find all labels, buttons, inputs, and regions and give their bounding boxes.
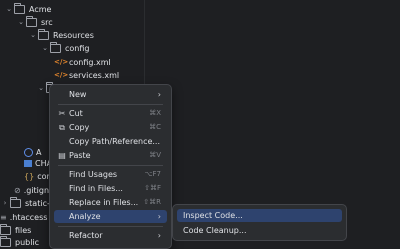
tree-item-label: config xyxy=(65,44,90,53)
chevron-right-icon: › xyxy=(157,212,161,221)
menu-item-label: New xyxy=(69,90,87,99)
menu-item-shortcut: ⌘V xyxy=(149,151,161,159)
menu-item-label: Cut xyxy=(69,109,83,118)
menu-item-copy[interactable]: ⧉ Copy ⌘C xyxy=(54,121,167,134)
chevron-right-icon: › xyxy=(3,199,7,207)
folder-icon xyxy=(14,3,25,14)
menu-item-new[interactable]: New › xyxy=(54,88,167,101)
menu-item-label: Find Usages xyxy=(69,170,118,179)
chevron-down-icon: ⌄ xyxy=(38,84,44,92)
chevron-down-icon: ⌄ xyxy=(42,44,48,52)
analyze-submenu: Inspect Code... Code Cleanup... xyxy=(172,204,347,241)
tree-item-label: .htaccess xyxy=(9,213,48,222)
folder-icon xyxy=(0,224,11,235)
folder-icon xyxy=(26,16,37,27)
menu-separator xyxy=(58,226,163,227)
context-menu: New › ✂ Cut ⌘X ⧉ Copy ⌘C Copy Path/Refer… xyxy=(49,84,172,249)
tree-item-label: Resources xyxy=(53,31,94,40)
folder-icon xyxy=(10,197,21,208)
tree-item-resources[interactable]: ⌄ Resources xyxy=(28,29,94,42)
tree-item-htaccess[interactable]: ≡ .htaccess xyxy=(0,211,47,224)
submenu-item-inspect-code[interactable]: Inspect Code... xyxy=(177,209,342,222)
menu-item-label: Copy xyxy=(69,123,90,132)
xml-file-icon: </> xyxy=(54,58,69,66)
tree-item-config-folder[interactable]: ⌄ config xyxy=(40,42,89,55)
tree-item-label: Acme xyxy=(29,5,52,14)
chevron-right-icon: › xyxy=(157,90,161,99)
submenu-item-label: Inspect Code... xyxy=(183,211,243,220)
tree-item-con[interactable]: {} con xyxy=(24,170,52,183)
menu-item-shortcut: ⌘X xyxy=(149,109,161,117)
menu-item-find-in-files[interactable]: Find in Files... ⇧⌘F xyxy=(54,182,167,195)
tree-item-label: config.xml xyxy=(69,58,111,67)
tree-item-label: src xyxy=(41,18,53,27)
submenu-item-label: Code Cleanup... xyxy=(183,226,247,235)
chevron-down-icon: ⌄ xyxy=(18,18,24,26)
menu-item-paste[interactable]: ▤ Paste ⌘V xyxy=(54,149,167,162)
folder-icon xyxy=(0,236,11,247)
menu-item-label: Copy Path/Reference... xyxy=(69,137,161,146)
menu-item-refactor[interactable]: Refactor › xyxy=(54,229,167,242)
scissors-icon: ✂ xyxy=(58,109,66,118)
tree-item-acme[interactable]: ⌄ Acme xyxy=(4,3,51,16)
tree-item-services-xml[interactable]: </> services.xml xyxy=(54,69,119,82)
xml-file-icon: </> xyxy=(54,71,69,79)
class-icon xyxy=(24,148,33,157)
file-icon: ≡ xyxy=(0,213,7,222)
menu-item-cut[interactable]: ✂ Cut ⌘X xyxy=(54,107,167,120)
menu-item-copy-path[interactable]: Copy Path/Reference... xyxy=(54,135,167,148)
menu-item-find-usages[interactable]: Find Usages ⌥F7 xyxy=(54,168,167,181)
menu-item-label: Replace in Files... xyxy=(69,198,139,207)
markdown-file-icon xyxy=(24,160,32,167)
menu-item-label: Find in Files... xyxy=(69,184,123,193)
menu-item-analyze[interactable]: Analyze › xyxy=(54,210,167,223)
menu-item-label: Analyze xyxy=(69,212,101,221)
menu-separator xyxy=(58,165,163,166)
menu-item-shortcut: ⌥F7 xyxy=(144,170,161,178)
menu-item-shortcut: ⇧⌘R xyxy=(143,198,161,206)
folder-icon xyxy=(38,29,49,40)
menu-item-shortcut: ⇧⌘F xyxy=(144,184,161,192)
paste-icon: ▤ xyxy=(58,151,66,160)
json-file-icon: {} xyxy=(24,172,35,181)
copy-icon: ⧉ xyxy=(59,123,65,132)
submenu-item-code-cleanup[interactable]: Code Cleanup... xyxy=(177,224,342,237)
tree-item-cha[interactable]: CHA xyxy=(24,157,52,170)
tree-item-label: .gitign xyxy=(23,186,50,195)
menu-item-label: Refactor xyxy=(69,231,103,240)
chevron-right-icon: › xyxy=(157,231,161,240)
tree-item-public[interactable]: public xyxy=(0,236,39,249)
chevron-down-icon: ⌄ xyxy=(6,5,12,13)
tree-item-label: services.xml xyxy=(69,71,120,80)
ignore-file-icon: ⊘ xyxy=(14,186,21,195)
menu-item-replace-in-files[interactable]: Replace in Files... ⇧⌘R xyxy=(54,196,167,209)
menu-item-shortcut: ⌘C xyxy=(149,123,161,131)
tree-item-src[interactable]: ⌄ src xyxy=(16,16,53,29)
menu-separator xyxy=(58,104,163,105)
tree-item-config-xml[interactable]: </> config.xml xyxy=(54,56,111,69)
chevron-down-icon: ⌄ xyxy=(30,31,36,39)
tree-item-label: public xyxy=(15,238,40,247)
folder-icon xyxy=(50,42,61,53)
menu-item-label: Paste xyxy=(69,151,91,160)
tree-item-gitignore[interactable]: ⊘ .gitign xyxy=(14,184,49,197)
